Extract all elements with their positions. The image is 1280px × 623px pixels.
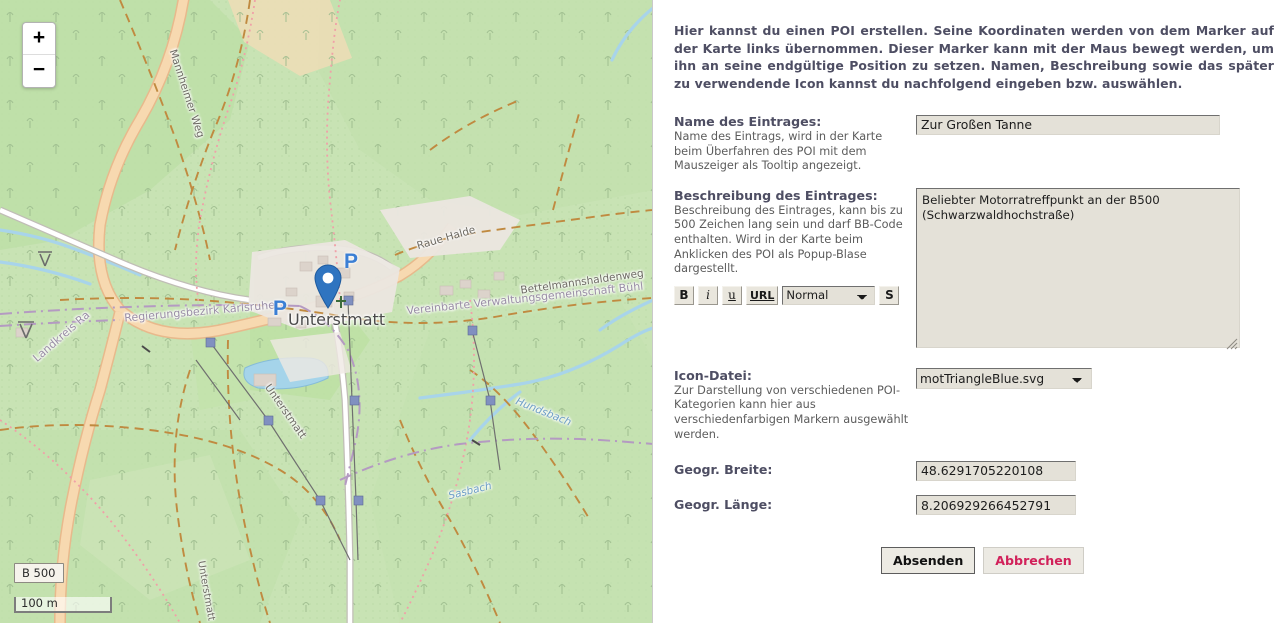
icon-field-desc: Zur Darstellung von verschiedenen POI-Ka… [674, 384, 911, 442]
map-canvas[interactable]: Unterstmatt Regierungsbezirk Karlsruhe L… [0, 0, 652, 623]
icon-file-select[interactable]: motTriangleBlue.svg [916, 368, 1092, 389]
zoom-in-button[interactable]: + [23, 23, 55, 55]
description-field-col: Beliebter Motorratreffpunkt an der B500 … [911, 188, 1260, 352]
icon-label-col: Icon-Datei: Zur Darstellung von verschie… [671, 368, 911, 442]
latitude-label-col: Geogr. Breite: [671, 462, 911, 478]
parking-icon-west: P [273, 297, 287, 321]
name-field-desc: Name des Eintrags, wird in der Karte bei… [674, 130, 911, 174]
latitude-field-col [911, 460, 1260, 481]
strike-button[interactable]: S [879, 286, 899, 305]
font-size-select[interactable]: Normal [782, 286, 875, 305]
intro-text: Hier kannst du einen POI erstellen. Sein… [674, 22, 1274, 92]
description-row: Beschreibung des Eintrages: Beschreibung… [671, 188, 1260, 352]
latitude-field-title: Geogr. Breite: [674, 462, 911, 477]
icon-row: Icon-Datei: Zur Darstellung von verschie… [671, 368, 1260, 442]
longitude-label-col: Geogr. Länge: [671, 497, 911, 513]
url-button[interactable]: URL [746, 286, 778, 305]
icon-field-col: motTriangleBlue.svg [911, 368, 1260, 390]
textarea-wrapper: Beliebter Motorratreffpunkt an der B500 … [916, 188, 1240, 352]
longitude-row: Geogr. Länge: [671, 495, 1260, 516]
zoom-out-button[interactable]: − [23, 55, 55, 87]
zoom-control[interactable]: + − [22, 22, 56, 88]
cancel-button[interactable]: Abbrechen [983, 547, 1083, 574]
bold-button[interactable]: B [674, 286, 694, 305]
underline-button[interactable]: u [722, 286, 742, 305]
name-label-col: Name des Eintrages: Name des Eintrags, w… [671, 114, 911, 174]
description-textarea[interactable]: Beliebter Motorratreffpunkt an der B500 … [916, 188, 1240, 348]
italic-button[interactable]: i [698, 286, 718, 305]
poi-editor-page: Unterstmatt Regierungsbezirk Karlsruhe L… [0, 0, 1280, 623]
poi-marker[interactable] [313, 263, 343, 309]
form-panel: Hier kannst du einen POI erstellen. Sein… [653, 0, 1280, 623]
longitude-field-title: Geogr. Länge: [674, 497, 911, 512]
latitude-row: Geogr. Breite: [671, 460, 1260, 481]
name-field-title: Name des Eintrages: [674, 114, 911, 129]
longitude-input[interactable] [916, 495, 1076, 515]
latitude-input[interactable] [916, 461, 1076, 481]
parking-icon-north: P [344, 250, 358, 274]
longitude-field-col [911, 495, 1260, 516]
bbcode-toolbar[interactable]: B i u URL Normal S [674, 286, 911, 305]
submit-button[interactable]: Absenden [881, 547, 975, 574]
map-panel[interactable]: Unterstmatt Regierungsbezirk Karlsruhe L… [0, 0, 653, 623]
form-actions: Absenden Abbrechen [881, 547, 1260, 574]
description-field-desc: Beschreibung des Eintrages, kann bis zu … [674, 204, 911, 277]
map-scale-bar: 100 m [14, 597, 112, 613]
icon-field-title: Icon-Datei: [674, 368, 911, 383]
description-field-title: Beschreibung des Eintrages: [674, 188, 911, 203]
name-row: Name des Eintrages: Name des Eintrags, w… [671, 114, 1260, 174]
road-shield-label: B 500 [14, 563, 64, 583]
name-input[interactable] [916, 115, 1220, 135]
description-label-col: Beschreibung des Eintrages: Beschreibung… [671, 188, 911, 305]
name-field-col [911, 114, 1260, 135]
map-tiles [0, 0, 653, 623]
